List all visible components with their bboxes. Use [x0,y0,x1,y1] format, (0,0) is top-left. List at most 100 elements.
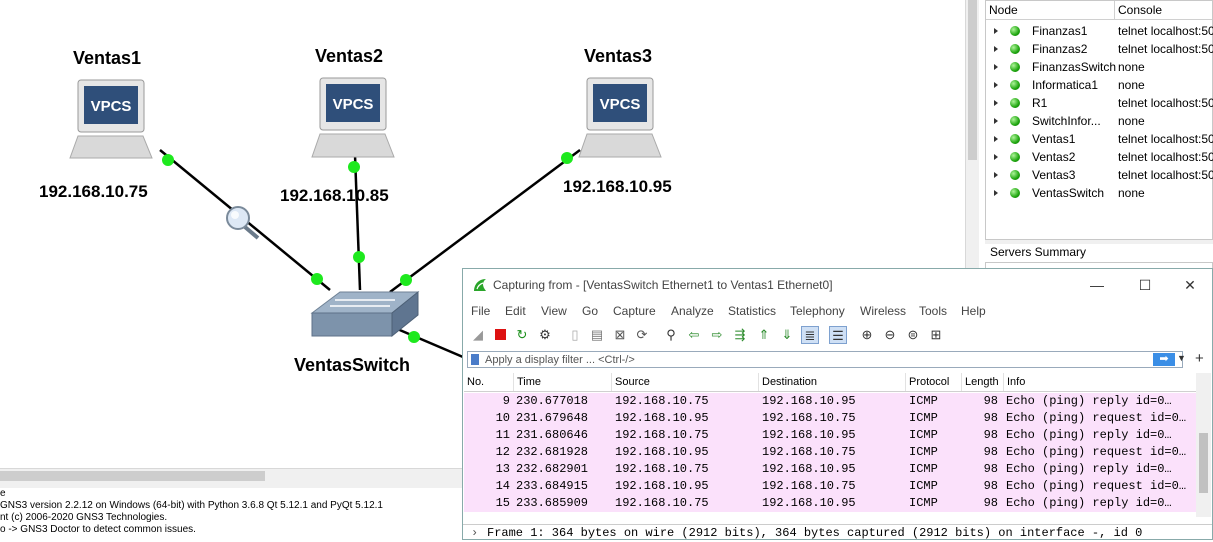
chevron-down-icon[interactable]: ▼ [1177,353,1186,363]
ip-label-ventas1[interactable]: 192.168.10.75 [39,182,148,202]
packet-row[interactable]: 14 233.684915 192.168.10.95 192.168.10.75 IC… [464,478,1196,495]
node-row[interactable]: R1 telnet localhost:5000 [986,94,1213,112]
wireshark-titlebar[interactable]: Capturing from - [VentasSwitch Ethernet1… [463,269,1212,301]
add-filter-button[interactable]: + [1195,350,1204,367]
node-row[interactable]: Finanzas1 telnet localhost:5000 [986,22,1213,40]
packet-row[interactable]: 11 231.680646 192.168.10.75 192.168.10.95 IC… [464,427,1196,444]
start-capture-icon[interactable]: ◢ [469,326,487,344]
zoom-out-icon[interactable]: ⊖ [881,326,899,344]
packet-cell-no: 13 [495,462,510,476]
expand-arrow-icon[interactable] [994,82,998,88]
colorize-icon[interactable]: ☰ [829,326,847,344]
menu-statistics[interactable]: Statistics [728,304,776,318]
reload-file-icon[interactable]: ⟳ [633,326,651,344]
col-no[interactable]: No. [464,373,514,391]
packet-row[interactable]: 13 232.682901 192.168.10.75 192.168.10.95 IC… [464,461,1196,478]
col-destination[interactable]: Destination [759,373,906,391]
col-time[interactable]: Time [514,373,612,391]
packet-detail[interactable]: › Frame 1: 364 bytes on wire (2912 bits)… [463,524,1212,542]
menu-go[interactable]: Go [582,304,598,318]
first-packet-icon[interactable]: ⇑ [755,326,773,344]
capture-options-icon[interactable]: ⚙ [536,326,554,344]
scroll-thumb[interactable] [968,0,977,160]
expand-arrow-icon[interactable] [994,154,998,160]
go-to-packet-icon[interactable]: ⇶ [731,326,749,344]
ip-label-ventas2[interactable]: 192.168.10.85 [280,186,389,206]
last-packet-icon[interactable]: ⇓ [778,326,796,344]
expand-arrow-icon[interactable] [994,28,998,34]
link-ventas2-switch[interactable] [353,154,362,291]
go-forward-icon[interactable]: ⇨ [708,326,726,344]
bookmark-icon[interactable] [471,354,479,365]
ip-label-ventas3[interactable]: 192.168.10.95 [563,177,672,197]
expand-arrow-icon[interactable] [994,190,998,196]
menu-telephony[interactable]: Telephony [790,304,845,318]
expand-arrow-icon[interactable] [994,100,998,106]
zoom-in-icon[interactable]: ⊕ [858,326,876,344]
node-row[interactable]: Ventas2 telnet localhost:5000 [986,148,1213,166]
expand-arrow-icon[interactable] [994,64,998,70]
save-file-icon[interactable]: ▤ [588,326,606,344]
node-row[interactable]: VentasSwitch none [986,184,1213,202]
find-packet-icon[interactable]: ⚲ [662,326,680,344]
minimize-button[interactable]: — [1083,275,1111,295]
col-info[interactable]: Info [1004,373,1196,391]
restart-capture-icon[interactable]: ↻ [513,326,531,344]
autoscroll-icon[interactable]: ≣ [801,326,819,344]
packet-row[interactable]: 12 232.681928 192.168.10.95 192.168.10.75 IC… [464,444,1196,461]
display-filter-input[interactable] [485,353,1125,366]
maximize-button[interactable]: ☐ [1131,275,1159,295]
stop-capture-icon[interactable] [491,326,509,344]
vpcs-icon-ventas2[interactable]: VPCS [311,77,395,158]
open-file-icon[interactable]: ▯ [566,326,584,344]
packet-cell-src: 192.168.10.75 [615,428,709,442]
expand-arrow-icon[interactable] [994,136,998,142]
col-source[interactable]: Source [612,373,759,391]
menu-wireless[interactable]: Wireless [860,304,906,318]
node-label-ventas3[interactable]: Ventas3 [584,46,652,67]
scroll-thumb[interactable] [1199,433,1208,493]
node-row[interactable]: FinanzasSwitch none [986,58,1213,76]
menu-file[interactable]: File [471,304,490,318]
chevron-right-icon[interactable]: › [471,525,478,542]
expand-arrow-icon[interactable] [994,118,998,124]
packet-row[interactable]: 9 230.677018 192.168.10.75 192.168.10.95 ICM… [464,393,1196,410]
scroll-thumb[interactable] [0,471,265,481]
expand-arrow-icon[interactable] [994,172,998,178]
normal-size-icon[interactable]: ⊜ [904,326,922,344]
menu-analyze[interactable]: Analyze [671,304,714,318]
col-protocol[interactable]: Protocol [906,373,962,391]
node-label-ventas2[interactable]: Ventas2 [315,46,383,67]
capture-magnifier-icon[interactable] [226,206,260,240]
menu-help[interactable]: Help [961,304,986,318]
apply-filter-arrow-icon[interactable]: ➡ [1153,353,1175,366]
menu-view[interactable]: View [541,304,567,318]
packet-list-scrollbar[interactable] [1196,373,1211,517]
node-label-ventasswitch[interactable]: VentasSwitch [294,355,410,376]
status-dot-icon [1010,116,1020,126]
node-row[interactable]: Ventas1 telnet localhost:5000 [986,130,1213,148]
menu-tools[interactable]: Tools [919,304,947,318]
vpcs-icon-ventas3[interactable]: VPCS [578,77,662,158]
resize-columns-icon[interactable]: ⊞ [927,326,945,344]
node-row[interactable]: Ventas3 telnet localhost:5000 [986,166,1213,184]
expand-arrow-icon[interactable] [994,46,998,52]
column-header-console[interactable]: Console [1115,1,1162,19]
node-label-ventas1[interactable]: Ventas1 [73,48,141,69]
col-length[interactable]: Length [962,373,1004,391]
node-row[interactable]: Finanzas2 telnet localhost:5000 [986,40,1213,58]
close-file-icon[interactable]: ⊠ [611,326,629,344]
menu-edit[interactable]: Edit [505,304,526,318]
dock-splitter[interactable] [985,240,1213,244]
packet-row[interactable]: 15 233.685909 192.168.10.75 192.168.10.95 IC… [464,495,1196,512]
node-row[interactable]: SwitchInfor... none [986,112,1213,130]
port-dot [408,331,420,343]
close-button[interactable]: ✕ [1176,275,1204,295]
switch-icon[interactable] [310,290,420,338]
menu-capture[interactable]: Capture [613,304,656,318]
vpcs-icon-ventas1[interactable]: VPCS [69,79,153,159]
go-back-icon[interactable]: ⇦ [685,326,703,344]
node-row[interactable]: Informatica1 none [986,76,1213,94]
column-header-node[interactable]: Node [986,1,1115,19]
packet-row[interactable]: 10 231.679648 192.168.10.95 192.168.10.75 IC… [464,410,1196,427]
